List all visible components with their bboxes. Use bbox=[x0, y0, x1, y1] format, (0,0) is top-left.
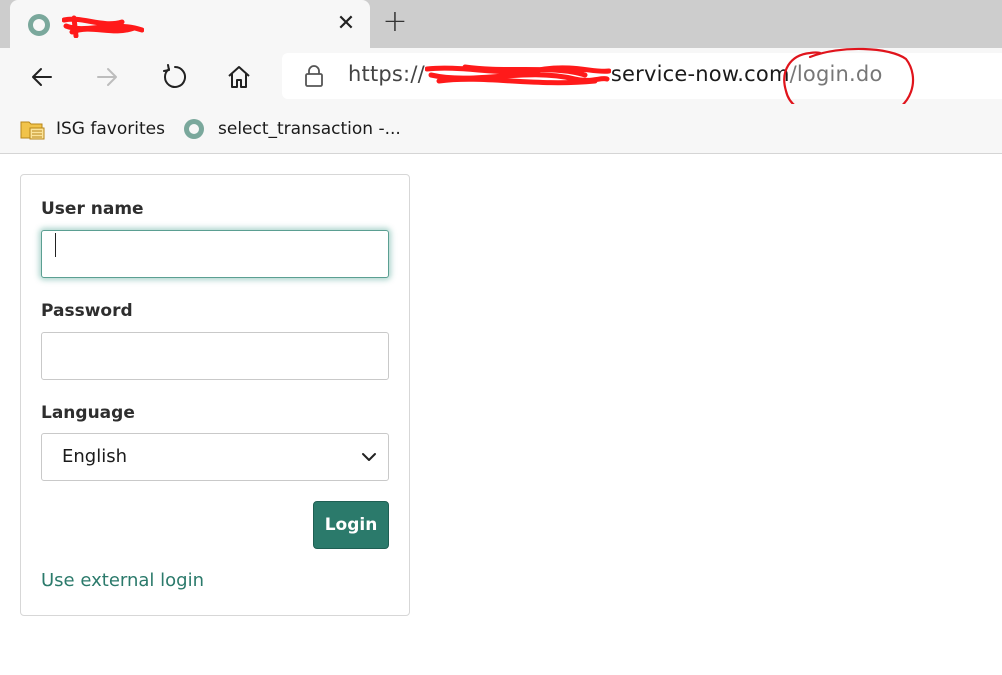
login-button[interactable]: Login bbox=[313, 501, 389, 549]
lock-icon bbox=[305, 65, 323, 87]
redaction-scribble bbox=[424, 64, 611, 86]
favorite-isg-favorites[interactable]: ISG favorites bbox=[20, 116, 165, 142]
url-domain: service-now.com bbox=[610, 62, 790, 86]
back-arrow-icon bbox=[32, 68, 52, 86]
browser-tab[interactable]: ✕ bbox=[10, 0, 370, 48]
folder-icon bbox=[20, 121, 45, 140]
home-icon bbox=[228, 66, 250, 88]
url-path: /login.do bbox=[789, 62, 883, 86]
favorites-bar: ISG favorites select_transaction -... bbox=[0, 104, 1002, 154]
external-login-link[interactable]: Use external login bbox=[41, 570, 204, 591]
password-label: Password bbox=[41, 301, 133, 321]
password-input[interactable] bbox=[41, 332, 389, 380]
browser-toolbar: https:// service-now.com/login.do bbox=[0, 47, 1002, 121]
url-text: https:// service-now.com/login.do bbox=[348, 62, 883, 87]
servicenow-favicon-icon bbox=[28, 14, 50, 36]
url-scheme: https:// bbox=[348, 62, 425, 86]
forward-arrow-icon bbox=[97, 68, 117, 86]
language-selected-value: English bbox=[62, 446, 127, 467]
home-button[interactable] bbox=[222, 60, 256, 94]
refresh-icon bbox=[163, 64, 186, 88]
language-label: Language bbox=[41, 403, 135, 423]
close-tab-icon[interactable]: ✕ bbox=[332, 10, 360, 38]
new-tab-button[interactable]: + bbox=[380, 7, 410, 38]
refresh-button[interactable] bbox=[157, 60, 191, 94]
favorite-label: ISG favorites bbox=[56, 119, 165, 139]
tab-strip: ✕ + bbox=[0, 0, 1002, 48]
back-button[interactable] bbox=[25, 60, 59, 94]
address-bar[interactable]: https:// service-now.com/login.do bbox=[282, 47, 1002, 121]
username-input[interactable] bbox=[41, 230, 389, 278]
favorite-label: select_transaction -... bbox=[218, 119, 401, 139]
login-card: User name Password Language English Logi… bbox=[20, 174, 410, 616]
servicenow-favicon-icon bbox=[184, 119, 204, 139]
text-caret bbox=[55, 233, 56, 257]
forward-button[interactable] bbox=[90, 60, 124, 94]
favorite-select-transaction[interactable]: select_transaction -... bbox=[182, 116, 401, 142]
redaction-scribble bbox=[62, 15, 144, 38]
language-select[interactable]: English bbox=[41, 433, 389, 481]
chevron-down-icon bbox=[362, 453, 376, 461]
username-label: User name bbox=[41, 199, 144, 219]
